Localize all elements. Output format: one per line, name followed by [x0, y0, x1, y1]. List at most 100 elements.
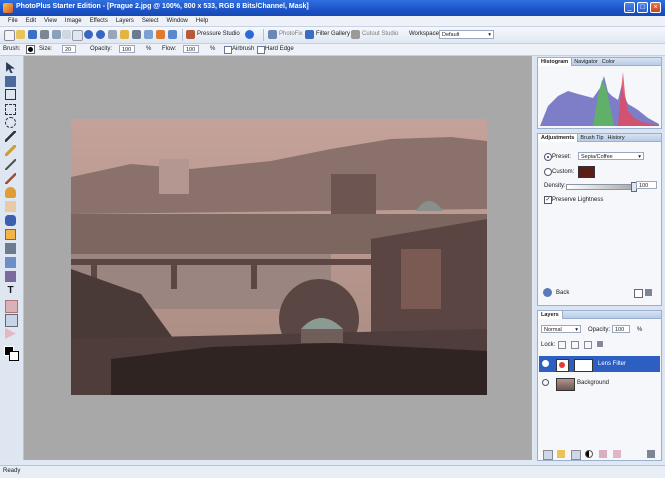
- eraser-tool-icon[interactable]: [5, 201, 16, 212]
- magic-wand-icon[interactable]: [5, 145, 16, 156]
- paintbrush-tool-icon[interactable]: [5, 173, 16, 184]
- ellipse-select-icon[interactable]: [5, 117, 16, 128]
- color-picker-icon[interactable]: [132, 30, 141, 39]
- zoom-icon[interactable]: [108, 30, 117, 39]
- cutout-studio-button[interactable]: Cutout Studio: [362, 31, 398, 37]
- document-image[interactable]: [71, 119, 487, 395]
- transform-tool-icon[interactable]: [5, 89, 16, 100]
- menu-help[interactable]: Help: [192, 16, 212, 26]
- custom-radio[interactable]: [544, 168, 552, 176]
- back-icon[interactable]: [543, 288, 552, 297]
- sharpen-tool-icon[interactable]: [5, 257, 16, 268]
- clone-tool-icon[interactable]: [5, 187, 16, 198]
- rectangle-tool-icon[interactable]: [5, 314, 18, 327]
- tab-navigator[interactable]: Navigator: [572, 59, 600, 65]
- close-button[interactable]: ×: [650, 2, 661, 13]
- new-layer-group-icon[interactable]: [557, 450, 565, 458]
- copy-icon[interactable]: [72, 30, 83, 41]
- preserve-lightness-checkbox[interactable]: ✓: [544, 196, 552, 204]
- menu-image[interactable]: Image: [61, 16, 86, 26]
- text-tool-icon[interactable]: T: [5, 285, 16, 296]
- background-color-swatch[interactable]: [9, 351, 19, 361]
- density-slider[interactable]: [566, 184, 634, 190]
- workspace-select[interactable]: Default ▾: [439, 30, 494, 39]
- undo-icon[interactable]: [84, 30, 93, 39]
- maximize-button[interactable]: □: [637, 2, 648, 13]
- menu-layers[interactable]: Layers: [112, 16, 138, 26]
- title-bar: PhotoPlus Starter Edition - [Prague 2.jp…: [0, 0, 665, 16]
- adjustment-layer-icon[interactable]: [585, 450, 593, 458]
- airbrush-checkbox[interactable]: [224, 46, 232, 54]
- rectangle-select-icon[interactable]: [5, 104, 16, 115]
- tab-adjustments[interactable]: Adjustments: [538, 134, 579, 142]
- cut-icon[interactable]: [62, 30, 71, 39]
- tab-color[interactable]: Color: [600, 59, 617, 65]
- opacity-field[interactable]: 100: [119, 45, 135, 53]
- eyedropper-icon[interactable]: [5, 159, 16, 170]
- back-button[interactable]: Back: [556, 290, 569, 296]
- menu-view[interactable]: View: [40, 16, 61, 26]
- blend-mode-select[interactable]: Normal ▾: [541, 325, 581, 333]
- print-icon[interactable]: [40, 30, 49, 39]
- eye-icon[interactable]: [542, 379, 549, 386]
- tab-history[interactable]: History: [606, 135, 627, 141]
- status-text: Ready: [3, 468, 21, 474]
- layer-row[interactable]: Background: [539, 375, 660, 391]
- open-folder-icon[interactable]: [16, 30, 25, 39]
- paint-icon[interactable]: [156, 30, 165, 39]
- lock-all-icon[interactable]: [597, 341, 603, 347]
- lasso-tool-icon[interactable]: [5, 131, 16, 142]
- menu-window[interactable]: Window: [163, 16, 192, 26]
- menu-edit[interactable]: Edit: [22, 16, 40, 26]
- preset-radio[interactable]: [544, 153, 552, 161]
- tab-brush-tip[interactable]: Brush Tip: [578, 135, 605, 141]
- help-icon[interactable]: [245, 30, 254, 39]
- custom-color-swatch[interactable]: [578, 166, 595, 178]
- photofix-button[interactable]: PhotoFix: [279, 31, 303, 37]
- size-field[interactable]: 20: [62, 45, 76, 53]
- hard-edge-checkbox[interactable]: [257, 46, 265, 54]
- menu-select[interactable]: Select: [138, 16, 163, 26]
- tab-layers[interactable]: Layers: [538, 311, 563, 319]
- layer-mask-thumbnail: [574, 359, 593, 372]
- eye-icon[interactable]: [542, 360, 549, 367]
- density-field[interactable]: 100: [636, 181, 657, 189]
- minimize-button[interactable]: _: [624, 2, 635, 13]
- menu-effects[interactable]: Effects: [86, 16, 112, 26]
- new-layer-icon[interactable]: [543, 450, 553, 460]
- redo-icon[interactable]: [96, 30, 105, 39]
- effects-icon[interactable]: [599, 450, 607, 458]
- lock-pixels-icon[interactable]: [571, 341, 579, 349]
- window-title: PhotoPlus Starter Edition - [Prague 2.jp…: [16, 3, 309, 10]
- pen-icon[interactable]: [168, 30, 177, 39]
- smudge-tool-icon[interactable]: [5, 243, 16, 254]
- menu-file[interactable]: File: [4, 16, 22, 26]
- layer-properties-icon[interactable]: [613, 450, 621, 458]
- layer-row[interactable]: Lens Filter: [539, 356, 660, 372]
- shape-tool-icon[interactable]: [5, 300, 18, 313]
- preset-select[interactable]: Sepia/Coffee ▾: [578, 152, 644, 160]
- move-tool-icon[interactable]: [6, 62, 15, 73]
- layer-opacity-field[interactable]: 100: [612, 325, 630, 333]
- crop-tool-icon[interactable]: [5, 76, 16, 87]
- delete-layer-icon[interactable]: [647, 450, 655, 458]
- brush-preview[interactable]: [26, 45, 35, 54]
- lock-position-icon[interactable]: [584, 341, 592, 349]
- save-icon[interactable]: [28, 30, 37, 39]
- pressure-studio-button[interactable]: Pressure Studio: [197, 31, 240, 37]
- brush-icon[interactable]: [144, 30, 153, 39]
- hand-icon[interactable]: [120, 30, 129, 39]
- mask-icon[interactable]: [571, 450, 581, 460]
- fill-tool-icon[interactable]: [5, 215, 16, 226]
- scan-icon[interactable]: [52, 30, 61, 39]
- red-eye-tool-icon[interactable]: [5, 271, 16, 282]
- lock-transparency-icon[interactable]: [558, 341, 566, 349]
- dodge-tool-icon[interactable]: [5, 229, 16, 240]
- filter-gallery-button[interactable]: Filter Gallery: [316, 31, 350, 37]
- new-file-icon[interactable]: [4, 30, 15, 41]
- tab-histogram[interactable]: Histogram: [538, 58, 573, 66]
- flow-field[interactable]: 100: [183, 45, 199, 53]
- reset-icon[interactable]: [634, 289, 643, 298]
- delete-icon[interactable]: [645, 289, 652, 296]
- pen-tool-icon[interactable]: [5, 328, 16, 339]
